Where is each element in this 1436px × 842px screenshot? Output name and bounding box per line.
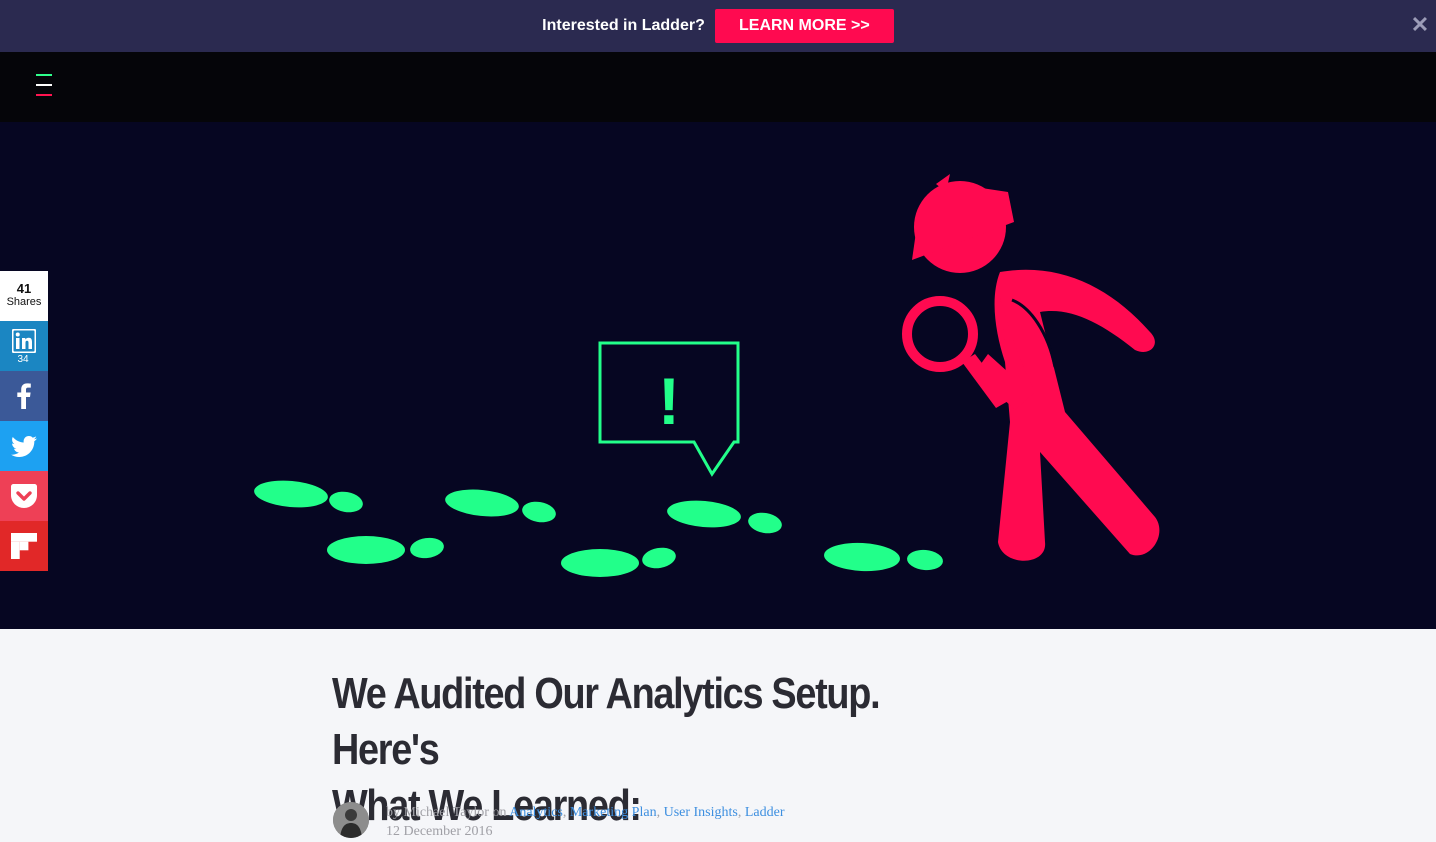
linkedin-share-button[interactable]: 34 [0, 321, 48, 371]
flipboard-share-button[interactable] [0, 521, 48, 571]
learn-more-button[interactable]: LEARN MORE >> [714, 9, 894, 43]
alert-bubble-icon: ! [598, 341, 740, 477]
share-count-box: 41 Shares [0, 271, 48, 321]
menu-line-middle [36, 84, 52, 86]
menu-line-top [36, 74, 52, 76]
promo-text: Interested in Ladder? [542, 17, 705, 34]
facebook-icon [17, 383, 31, 409]
exclamation-mark: ! [658, 364, 680, 438]
article-title-line-1: We Audited Our Analytics Setup. Here's [332, 669, 881, 774]
linkedin-icon [12, 329, 36, 353]
pocket-share-button[interactable] [0, 471, 48, 521]
footprints-icon [254, 480, 943, 577]
author-avatar[interactable] [333, 802, 369, 838]
social-share-rail: 41 Shares 34 [0, 271, 48, 571]
hero-illustration: ! [0, 122, 1436, 629]
category-link-analytics[interactable]: Analytics [509, 805, 563, 820]
share-count-label: Shares [6, 296, 42, 308]
close-icon[interactable]: ✕ [1408, 12, 1432, 38]
promo-banner: Interested in Ladder? LEARN MORE >> ✕ [0, 0, 1436, 52]
author-portrait [333, 802, 369, 838]
byline: by Michael Taylor on Analytics, Marketin… [386, 805, 785, 839]
category-link-user-insights[interactable]: User Insights [664, 805, 738, 820]
site-header [0, 52, 1436, 122]
pocket-icon [11, 484, 37, 508]
menu-line-bottom [36, 94, 52, 96]
byline-on: on [492, 805, 507, 820]
detective-footprints-illustration: ! [254, 174, 1160, 577]
category-link-marketing-plan[interactable]: Marketing Plan [570, 805, 657, 820]
twitter-share-button[interactable] [0, 421, 48, 471]
share-count: 41 [16, 281, 32, 296]
facebook-share-button[interactable] [0, 371, 48, 421]
author-name[interactable]: Michael Taylor [404, 805, 489, 820]
post-date: 12 December 2016 [386, 824, 493, 839]
twitter-icon [11, 435, 37, 457]
flipboard-icon [11, 533, 37, 559]
hamburger-menu-icon[interactable] [36, 74, 52, 98]
category-link-ladder[interactable]: Ladder [745, 805, 785, 820]
detective-figure-icon [902, 174, 1160, 561]
linkedin-share-count: 34 [17, 354, 29, 365]
byline-by: by [386, 805, 400, 820]
